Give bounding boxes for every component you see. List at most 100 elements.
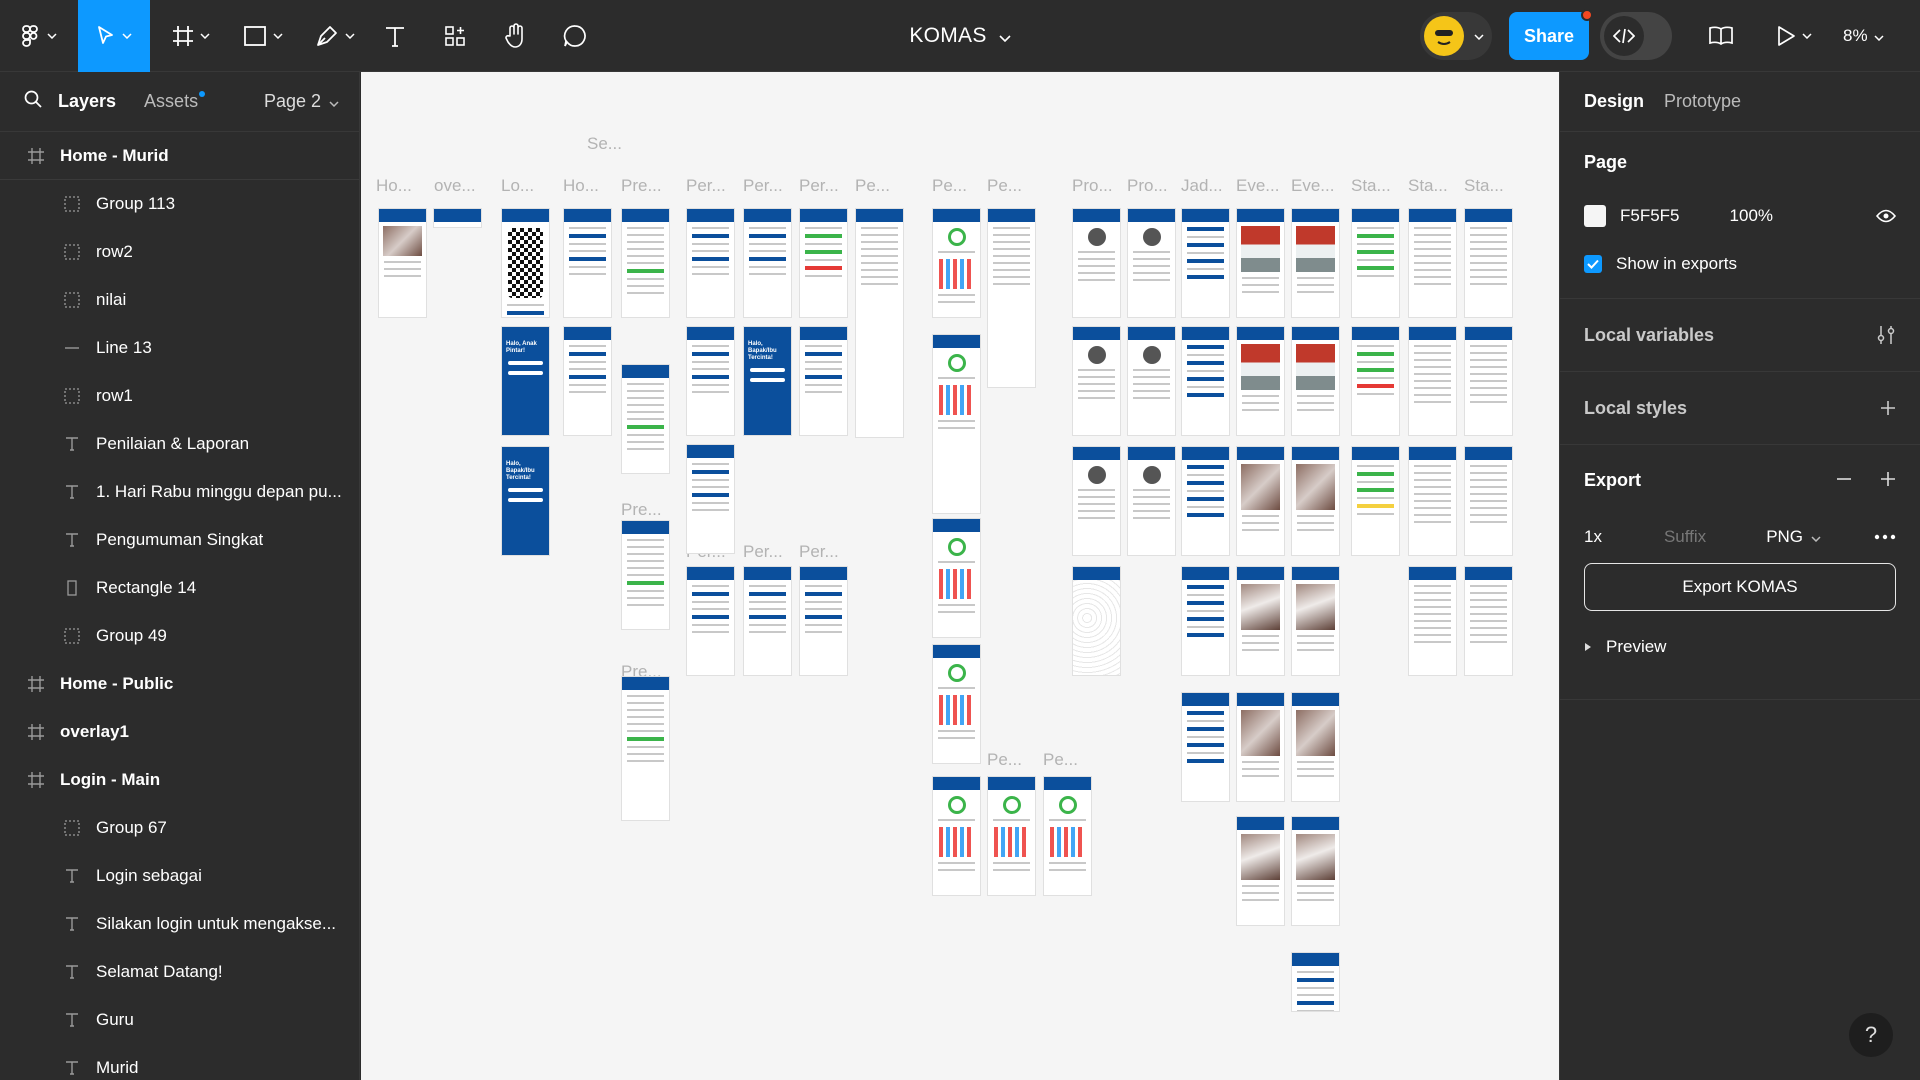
layer-row[interactable]: Line 13	[0, 324, 359, 372]
frame-thumbnail[interactable]	[686, 444, 735, 554]
frame-thumbnail[interactable]	[378, 208, 427, 318]
frame-label[interactable]: Pe...	[932, 176, 967, 196]
preview-toggle[interactable]: Preview	[1560, 623, 1920, 671]
layer-row[interactable]: Group 113	[0, 180, 359, 228]
frame-thumbnail[interactable]	[1181, 208, 1230, 318]
frame-thumbnail[interactable]	[1236, 326, 1285, 436]
frame-thumbnail[interactable]	[1291, 446, 1340, 556]
frame-thumbnail[interactable]	[1181, 326, 1230, 436]
frame-thumbnail[interactable]	[1291, 326, 1340, 436]
frame-label[interactable]: Per...	[799, 542, 839, 562]
layer-row[interactable]: Login sebagai	[0, 852, 359, 900]
frame-thumbnail[interactable]	[1464, 326, 1513, 436]
frame-thumbnail[interactable]	[433, 208, 482, 228]
zoom-control[interactable]: 8%	[1843, 0, 1884, 72]
frame-tool-button[interactable]	[166, 0, 216, 72]
text-tool-button[interactable]	[380, 0, 410, 72]
frame-label[interactable]: Sta...	[1351, 176, 1391, 196]
frame-thumbnail[interactable]	[932, 334, 981, 514]
frame-thumbnail[interactable]	[1043, 776, 1092, 896]
frame-label[interactable]: Lo...	[501, 176, 534, 196]
layer-row[interactable]: 1. Hari Rabu minggu depan pu...	[0, 468, 359, 516]
export-scale[interactable]: 1x	[1584, 527, 1602, 547]
frame-thumbnail[interactable]: Halo, Anak Pintar!	[501, 326, 550, 436]
frame-label[interactable]: Ho...	[563, 176, 599, 196]
frame-thumbnail[interactable]	[855, 208, 904, 438]
layer-row[interactable]: row1	[0, 372, 359, 420]
share-button[interactable]: Share	[1509, 12, 1589, 60]
frame-label[interactable]: Per...	[799, 176, 839, 196]
layer-frame-row[interactable]: Home - Public	[0, 660, 359, 708]
frame-thumbnail[interactable]	[1464, 566, 1513, 676]
frame-thumbnail[interactable]	[1291, 952, 1340, 1012]
frame-thumbnail[interactable]	[1408, 566, 1457, 676]
layer-frame-row[interactable]: Login - Main	[0, 756, 359, 804]
frame-thumbnail[interactable]	[1351, 208, 1400, 318]
frame-label[interactable]: Per...	[743, 176, 783, 196]
frame-thumbnail[interactable]	[1127, 446, 1176, 556]
variables-icon[interactable]	[1876, 324, 1896, 346]
frame-label[interactable]: Pe...	[987, 176, 1022, 196]
frame-thumbnail[interactable]	[563, 208, 612, 318]
frame-thumbnail[interactable]	[1291, 208, 1340, 318]
frame-thumbnail[interactable]	[1291, 816, 1340, 926]
frame-thumbnail[interactable]	[1464, 208, 1513, 318]
frame-thumbnail[interactable]	[686, 566, 735, 676]
add-export-icon[interactable]	[1880, 471, 1896, 492]
frame-thumbnail[interactable]	[932, 208, 981, 318]
frame-thumbnail[interactable]: Halo, Bapak/Ibu Tercinta!	[501, 446, 550, 556]
page-color-swatch[interactable]	[1584, 205, 1606, 227]
frame-thumbnail[interactable]	[799, 326, 848, 436]
layer-row[interactable]: Pengumuman Singkat	[0, 516, 359, 564]
search-icon[interactable]	[24, 90, 42, 113]
frame-label[interactable]: Pro...	[1072, 176, 1113, 196]
move-tool-button[interactable]	[78, 0, 150, 72]
export-format-select[interactable]: PNG	[1766, 527, 1821, 547]
frame-label[interactable]: Per...	[743, 542, 783, 562]
local-styles-section[interactable]: Local styles	[1560, 372, 1920, 445]
local-variables-section[interactable]: Local variables	[1560, 299, 1920, 372]
layer-row[interactable]: Penilaian & Laporan	[0, 420, 359, 468]
frame-thumbnail[interactable]	[1236, 692, 1285, 802]
frame-thumbnail[interactable]	[563, 326, 612, 436]
frame-label[interactable]: Eve...	[1236, 176, 1279, 196]
page-fill-row[interactable]: F5F5F5 100%	[1560, 192, 1920, 240]
frame-thumbnail[interactable]	[1181, 446, 1230, 556]
frame-thumbnail[interactable]	[1408, 326, 1457, 436]
layer-row[interactable]: Guru	[0, 996, 359, 1044]
tab-prototype[interactable]: Prototype	[1664, 91, 1741, 112]
tab-layers[interactable]: Layers	[58, 91, 116, 112]
pen-tool-button[interactable]	[310, 0, 360, 72]
frame-thumbnail[interactable]	[1072, 326, 1121, 436]
layer-row[interactable]: Selamat Datang!	[0, 948, 359, 996]
file-name-button[interactable]: KOMAS	[909, 24, 1011, 48]
frame-thumbnail[interactable]	[621, 520, 670, 630]
frame-thumbnail[interactable]	[799, 566, 848, 676]
frame-thumbnail[interactable]	[987, 776, 1036, 896]
frame-label[interactable]: Sta...	[1464, 176, 1504, 196]
add-style-icon[interactable]	[1880, 400, 1896, 416]
frame-thumbnail[interactable]	[743, 566, 792, 676]
frame-label[interactable]: Pro...	[1127, 176, 1168, 196]
frame-label[interactable]: Pre...	[621, 176, 662, 196]
resources-button[interactable]	[440, 0, 470, 72]
frame-thumbnail[interactable]	[1127, 326, 1176, 436]
dev-mode-toggle[interactable]	[1600, 12, 1672, 60]
layer-row[interactable]: Group 49	[0, 612, 359, 660]
page-opacity[interactable]: 100%	[1730, 206, 1773, 226]
eye-icon[interactable]	[1876, 209, 1896, 223]
layer-row[interactable]: Rectangle 14	[0, 564, 359, 612]
frame-label[interactable]: Pe...	[987, 750, 1022, 770]
frame-thumbnail[interactable]	[1236, 446, 1285, 556]
export-suffix-input[interactable]: Suffix	[1664, 527, 1706, 547]
frame-thumbnail[interactable]	[932, 644, 981, 764]
layer-frame-row[interactable]: Home - Murid	[0, 132, 359, 180]
remove-export-icon[interactable]	[1836, 471, 1852, 492]
frame-thumbnail[interactable]	[1181, 692, 1230, 802]
frame-thumbnail[interactable]	[686, 208, 735, 318]
frame-thumbnail[interactable]	[1408, 208, 1457, 318]
frame-label[interactable]: Sta...	[1408, 176, 1448, 196]
frame-thumbnail[interactable]	[501, 208, 550, 318]
frame-label[interactable]: Se...	[587, 134, 622, 154]
frame-label[interactable]: Pre...	[621, 500, 662, 520]
